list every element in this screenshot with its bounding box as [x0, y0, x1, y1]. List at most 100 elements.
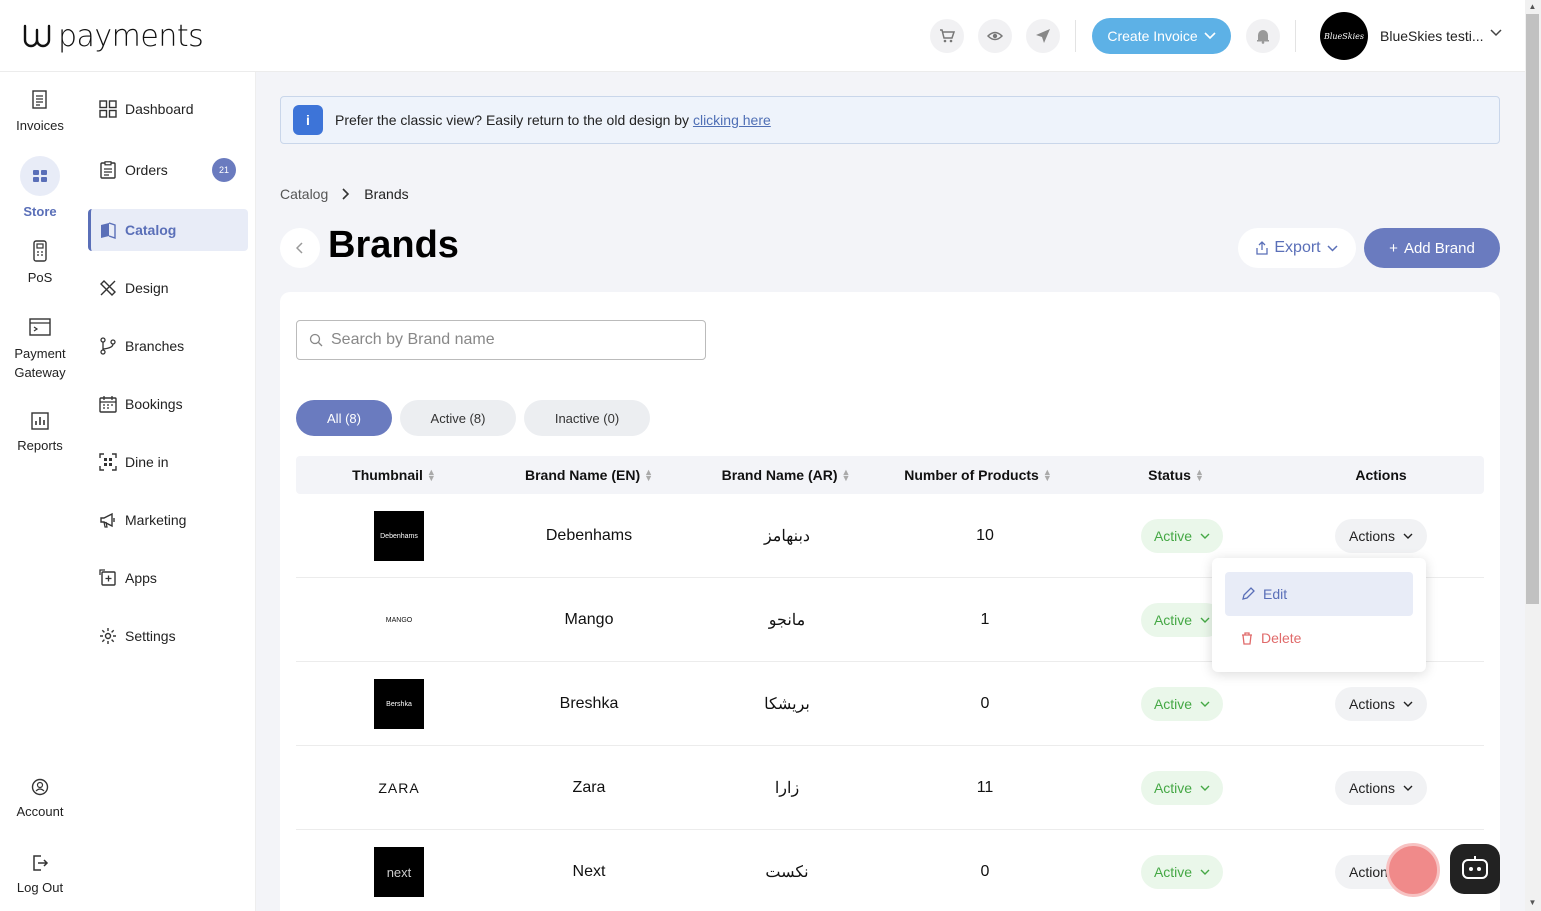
subnav-label: Settings	[125, 628, 176, 644]
header-label: Actions	[1355, 467, 1407, 483]
header-label: Number of Products	[904, 467, 1039, 483]
breadcrumb-catalog[interactable]: Catalog	[280, 186, 328, 202]
sort-icon: ▲ ▼	[1194, 467, 1204, 483]
header-status[interactable]: Status ▲ ▼	[1148, 456, 1204, 494]
chevron-down-icon	[1403, 533, 1413, 539]
subnav-label: Orders	[125, 162, 168, 178]
subnav-item-settings[interactable]: Settings	[88, 615, 248, 657]
rail-item-payment-gateway[interactable]: Payment Gateway	[0, 318, 80, 382]
actions-label: Actions	[1349, 780, 1395, 796]
scroll-up-arrow-icon[interactable]: ▲	[1526, 0, 1539, 13]
rail-item-reports[interactable]: Reports	[0, 412, 80, 453]
app-logo[interactable]: payments	[22, 16, 204, 56]
rail-item-pos[interactable]: PoS	[0, 240, 80, 285]
subnav-item-orders[interactable]: Orders 21	[88, 149, 248, 191]
chevron-down-icon	[1200, 869, 1210, 875]
header-thumbnail[interactable]: Thumbnail ▲ ▼	[352, 456, 436, 494]
chevron-down-icon	[1403, 701, 1413, 707]
scrollbar-thumb[interactable]	[1526, 14, 1539, 604]
chevron-left-icon	[296, 242, 303, 254]
rail-label: Account	[16, 804, 64, 819]
search-input[interactable]	[331, 331, 691, 349]
logo-text: payments	[58, 18, 204, 54]
rail-item-invoices[interactable]: Invoices	[0, 90, 80, 133]
brand-thumbnail: ZARA	[374, 763, 424, 813]
status-label: Active	[1153, 780, 1193, 796]
rail-item-store[interactable]: Store	[0, 156, 80, 219]
subnav-item-apps[interactable]: Apps	[88, 557, 248, 599]
back-button[interactable]	[280, 228, 320, 268]
header-brand-name-ar[interactable]: Brand Name (AR) ▲ ▼	[722, 456, 851, 494]
scroll-down-arrow-icon[interactable]: ▼	[1526, 896, 1539, 909]
delete-menu-item[interactable]: Delete	[1225, 616, 1413, 660]
product-count: 1	[980, 611, 990, 628]
chat-widget-button[interactable]	[1450, 844, 1500, 894]
rail-item-account[interactable]: Account	[0, 778, 80, 819]
actions-dropdown[interactable]: Actions	[1335, 519, 1427, 553]
add-brand-button[interactable]: + Add Brand	[1364, 228, 1500, 268]
brand-thumbnail: Bershka	[374, 679, 424, 729]
primary-nav: Invoices Store PoS Payment Gateway Repor…	[0, 72, 80, 911]
status-dropdown[interactable]: Active	[1141, 603, 1223, 637]
actions-dropdown[interactable]: Actions	[1335, 687, 1427, 721]
qr-scan-icon	[99, 453, 117, 471]
preview-button[interactable]	[978, 19, 1012, 53]
filter-inactive[interactable]: Inactive (0)	[524, 400, 650, 436]
rail-label: PoS	[27, 270, 53, 285]
export-icon	[1256, 241, 1269, 255]
sort-icon: ▲ ▼	[1042, 467, 1052, 483]
header-number-of-products[interactable]: Number of Products ▲ ▼	[904, 456, 1052, 494]
add-brand-label: Add Brand	[1403, 239, 1475, 257]
chevron-down-icon	[1403, 785, 1413, 791]
actions-label: Actions	[1349, 696, 1395, 712]
status-dropdown[interactable]: Active	[1141, 519, 1223, 553]
subnav-item-catalog[interactable]: Catalog	[88, 209, 248, 251]
notification-bell-widget[interactable]	[1386, 843, 1440, 897]
subnav-item-design[interactable]: Design	[88, 267, 248, 309]
status-dropdown[interactable]: Active	[1141, 771, 1223, 805]
store-icon	[33, 170, 47, 182]
main-content: i Prefer the classic view? Easily return…	[256, 72, 1525, 911]
plus-icon: +	[1389, 239, 1398, 257]
search-field[interactable]	[296, 320, 706, 360]
chevron-down-icon[interactable]	[1490, 29, 1502, 37]
subnav-item-bookings[interactable]: Bookings	[88, 383, 248, 425]
brand-name-ar: دبنهامز	[763, 528, 811, 545]
sort-icon: ▲ ▼	[841, 467, 851, 483]
actions-dropdown[interactable]: Actions	[1335, 771, 1427, 805]
status-dropdown[interactable]: Active	[1141, 687, 1223, 721]
orders-count-badge: 21	[212, 158, 236, 182]
rail-label: Payment Gateway	[14, 346, 66, 380]
subnav-item-branches[interactable]: Branches	[88, 325, 248, 367]
subnav-label: Catalog	[125, 222, 177, 238]
table-row: next Next نكست 0 Active Actions	[296, 830, 1484, 911]
subnav-item-dine-in[interactable]: Dine in	[88, 441, 248, 483]
classic-view-link[interactable]: clicking here	[693, 112, 771, 128]
edit-menu-item[interactable]: Edit	[1225, 572, 1413, 616]
create-invoice-button[interactable]: Create Invoice	[1092, 18, 1231, 54]
notice-text: Prefer the classic view? Easily return t…	[335, 112, 771, 128]
product-count: 0	[980, 695, 990, 712]
bell-icon	[1257, 30, 1269, 44]
account-name[interactable]: BlueSkies testi...	[1380, 28, 1484, 44]
pencil-icon	[1242, 587, 1255, 600]
catalog-icon	[101, 222, 116, 239]
subnav-item-dashboard[interactable]: Dashboard	[88, 88, 248, 130]
subnav-item-marketing[interactable]: Marketing	[88, 499, 248, 541]
actions-label: Actions	[1349, 528, 1395, 544]
chevron-down-icon	[1200, 785, 1210, 791]
header-label: Brand Name (EN)	[524, 467, 641, 483]
cart-button[interactable]	[930, 19, 964, 53]
status-dropdown[interactable]: Active	[1141, 855, 1223, 889]
filter-active[interactable]: Active (8)	[400, 400, 516, 436]
rail-item-logout[interactable]: Log Out	[0, 854, 80, 895]
calendar-icon	[99, 396, 117, 413]
notifications-button[interactable]	[1246, 19, 1280, 53]
send-button[interactable]	[1026, 19, 1060, 53]
brand-name-en: Zara	[572, 779, 606, 796]
avatar[interactable]: BlueSkies	[1320, 12, 1368, 60]
filter-all[interactable]: All (8)	[296, 400, 392, 436]
export-button[interactable]: Export	[1238, 228, 1356, 268]
divider	[1075, 20, 1076, 52]
header-brand-name-en[interactable]: Brand Name (EN) ▲ ▼	[525, 456, 653, 494]
